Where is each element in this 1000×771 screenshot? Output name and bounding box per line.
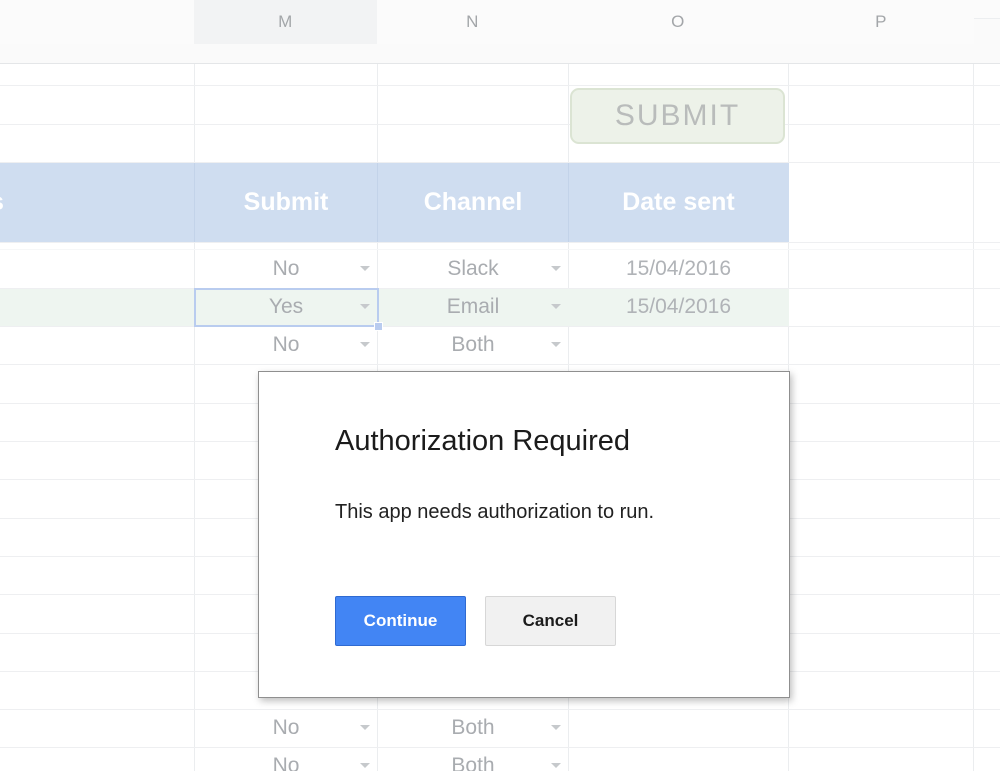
chevron-down-icon[interactable]	[360, 266, 370, 271]
cell-channel-4[interactable]: Both	[377, 709, 569, 747]
chevron-down-icon[interactable]	[551, 304, 561, 309]
cell-submit-1[interactable]: No	[194, 250, 378, 288]
cell-date-1[interactable]: 15/04/2016	[568, 250, 789, 288]
table-header-partial-label: s	[0, 163, 12, 242]
cell-channel-2[interactable]: Email	[377, 288, 569, 326]
continue-button[interactable]: Continue	[335, 596, 466, 646]
cell-submit-3[interactable]: No	[194, 326, 378, 364]
chevron-down-icon[interactable]	[551, 763, 561, 768]
spreadsheet-screen: M N O P SUBMIT s Submit Channel Date sen…	[0, 0, 1000, 771]
column-header-p[interactable]: P	[788, 0, 974, 44]
column-title-channel: Channel	[423, 188, 523, 216]
grid-vline-q	[973, 64, 974, 771]
column-header-m[interactable]: M	[194, 0, 378, 44]
selected-cell-outline[interactable]	[194, 288, 379, 327]
column-header-left-partial[interactable]	[0, 0, 195, 44]
cell-channel-1[interactable]: Slack	[377, 250, 569, 288]
chevron-down-icon[interactable]	[360, 342, 370, 347]
cell-channel-3[interactable]: Both	[377, 326, 569, 364]
chevron-down-icon[interactable]	[551, 266, 561, 271]
chevron-down-icon[interactable]	[551, 725, 561, 730]
dialog-message: This app needs authorization to run.	[335, 501, 655, 523]
submit-shape-button[interactable]: SUBMIT	[570, 88, 785, 144]
chevron-down-icon[interactable]	[360, 725, 370, 730]
grid-hline-1	[0, 85, 1000, 86]
grid-hline-2	[0, 124, 1000, 125]
dialog-title: Authorization Required	[335, 425, 631, 457]
cell-submit-5[interactable]: No	[194, 747, 378, 771]
chevron-down-icon[interactable]	[360, 763, 370, 768]
dialog-actions: Continue Cancel	[335, 596, 616, 646]
chevron-down-icon[interactable]	[551, 342, 561, 347]
grid-hline-4	[0, 242, 1000, 243]
column-title-date-sent: Date sent	[622, 188, 735, 216]
authorization-dialog: Authorization Required This app needs au…	[258, 371, 790, 698]
cell-date-2[interactable]: 15/04/2016	[568, 288, 789, 326]
grid-hline-7	[0, 364, 1000, 365]
column-header-o[interactable]: O	[568, 0, 789, 44]
cell-submit-4[interactable]: No	[194, 709, 378, 747]
cell-channel-5[interactable]: Both	[377, 747, 569, 771]
column-title-submit: Submit	[243, 188, 329, 216]
column-header-n[interactable]: N	[377, 0, 569, 44]
cancel-button[interactable]: Cancel	[485, 596, 616, 646]
